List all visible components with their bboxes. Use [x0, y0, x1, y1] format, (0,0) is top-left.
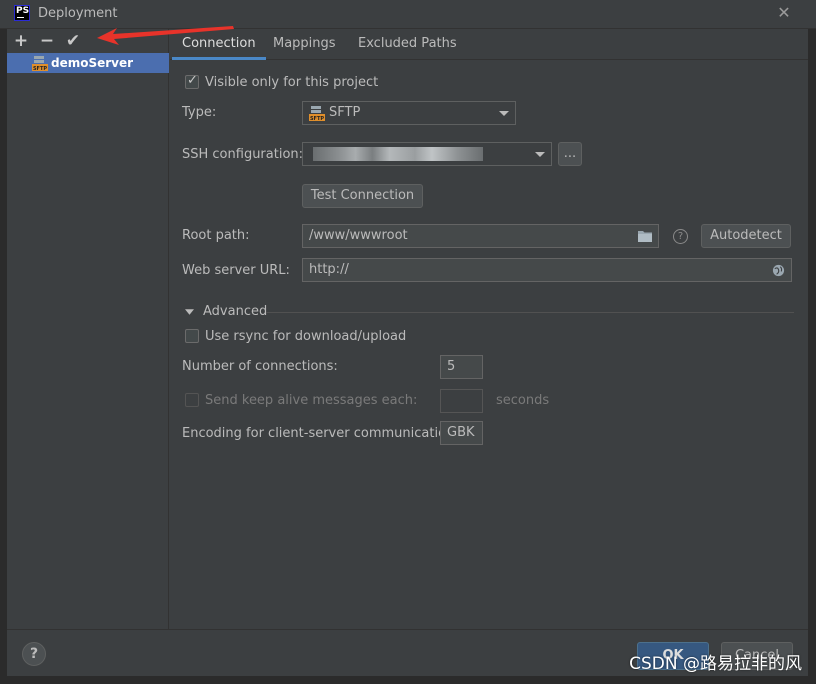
encoding-input[interactable]: GBK	[440, 421, 483, 445]
visible-only-label: Visible only for this project	[205, 75, 379, 90]
left-border	[0, 29, 7, 684]
connection-pane: Visible only for this project Type: SFTP…	[170, 61, 808, 629]
ssh-config-browse-button[interactable]: ...	[558, 142, 582, 166]
web-server-url-input[interactable]: http://	[302, 258, 792, 282]
connections-count-input[interactable]: 5	[440, 355, 483, 379]
autodetect-button[interactable]: Autodetect	[701, 224, 791, 248]
deployment-dialog: PS Deployment ✕ + − ✔ SFTP demoServer Co…	[0, 0, 816, 684]
set-default-server-button[interactable]: ✔	[63, 31, 83, 51]
ssh-config-label: SSH configuration:	[182, 147, 304, 162]
connections-count-label: Number of connections:	[182, 359, 338, 374]
rsync-checkbox[interactable]	[185, 329, 199, 343]
tab-bar: Connection Mappings Excluded Paths	[170, 29, 808, 60]
add-server-button[interactable]: +	[11, 31, 31, 51]
root-path-label: Root path:	[182, 228, 250, 243]
server-list-panel: + − ✔ SFTP demoServer	[7, 29, 169, 629]
server-item-demoserver[interactable]: SFTP demoServer	[7, 53, 169, 73]
advanced-collapse-icon[interactable]	[185, 309, 194, 315]
keepalive-label: Send keep alive messages each:	[205, 393, 418, 408]
bottom-border	[0, 676, 816, 684]
redacted-value	[313, 147, 483, 161]
help-icon[interactable]: ?	[673, 229, 688, 244]
server-name: demoServer	[51, 56, 134, 70]
advanced-separator	[266, 312, 794, 313]
sftp-server-icon: SFTP	[32, 56, 48, 71]
server-list: SFTP demoServer	[7, 53, 169, 73]
globe-icon[interactable]	[772, 264, 785, 277]
rsync-label: Use rsync for download/upload	[205, 329, 407, 344]
window-title: Deployment	[38, 6, 118, 21]
sftp-type-icon: SFTP	[309, 106, 325, 121]
encoding-label: Encoding for client-server communication…	[182, 426, 459, 441]
root-path-input[interactable]: /www/wwwroot	[302, 224, 659, 248]
test-connection-button[interactable]: Test Connection	[302, 184, 423, 208]
phpstorm-app-icon: PS	[14, 5, 30, 21]
chevron-down-icon	[535, 152, 545, 157]
ssh-config-select[interactable]	[302, 142, 552, 166]
web-server-url-label: Web server URL:	[182, 263, 290, 278]
type-select[interactable]: SFTP SFTP	[302, 101, 516, 125]
tab-connection[interactable]: Connection	[172, 29, 266, 60]
type-label: Type:	[182, 105, 217, 120]
web-server-url-value: http://	[309, 262, 349, 277]
keepalive-input[interactable]	[440, 389, 483, 413]
remove-server-button[interactable]: −	[37, 31, 57, 51]
visible-only-checkbox[interactable]	[185, 73, 199, 89]
tab-excluded-paths[interactable]: Excluded Paths	[348, 29, 467, 60]
keepalive-unit: seconds	[496, 393, 550, 408]
type-value: SFTP	[329, 105, 361, 120]
root-path-value: /www/wwwroot	[309, 228, 408, 243]
right-border	[808, 29, 816, 684]
advanced-section-label[interactable]: Advanced	[203, 304, 267, 319]
close-icon[interactable]: ✕	[776, 5, 792, 21]
chevron-down-icon	[499, 111, 509, 116]
csdn-watermark: CSDN @路易拉非的风	[629, 654, 802, 674]
svg-text:SFTP: SFTP	[33, 66, 47, 71]
svg-text:SFTP: SFTP	[310, 116, 324, 121]
tab-mappings[interactable]: Mappings	[263, 29, 346, 60]
folder-icon[interactable]	[637, 229, 653, 243]
keepalive-checkbox[interactable]	[185, 393, 199, 407]
help-button[interactable]: ?	[22, 642, 46, 666]
